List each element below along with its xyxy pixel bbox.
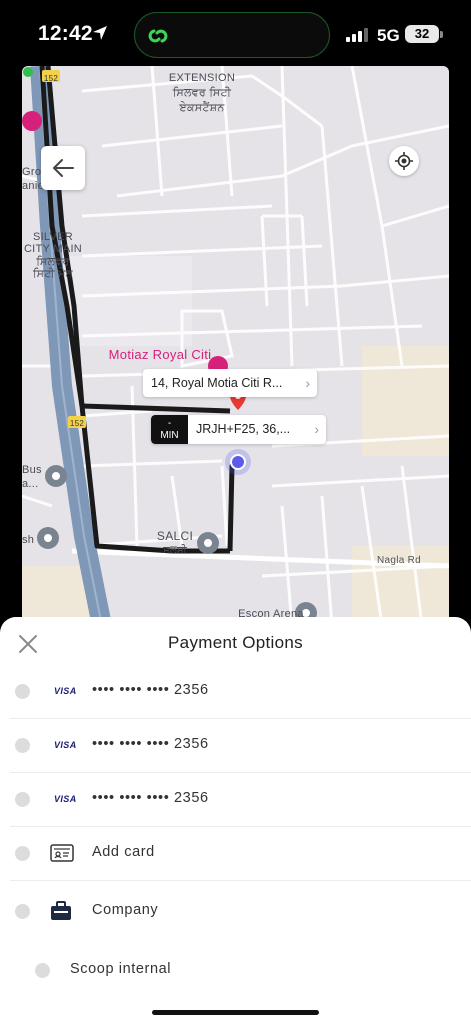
- cellular-signal-icon: [346, 28, 368, 42]
- radio-button[interactable]: [15, 846, 30, 861]
- crosshair-icon: [395, 152, 413, 170]
- radio-button[interactable]: [35, 963, 50, 978]
- eta-unit: MIN: [160, 430, 179, 441]
- network-type: 5G: [377, 26, 400, 45]
- recenter-button[interactable]: [389, 146, 419, 176]
- eta-value: -: [167, 418, 172, 429]
- battery-cap: [440, 31, 443, 38]
- radio-button[interactable]: [15, 904, 30, 919]
- back-button[interactable]: [41, 146, 85, 190]
- map-label-motiaz[interactable]: Motiaz Royal Citi: [105, 348, 215, 361]
- eta-badge: - MIN: [151, 415, 188, 444]
- dropoff-address-callout[interactable]: - MIN JRJH+F25, 36,... ›: [151, 415, 326, 444]
- chevron-right-icon: ›: [314, 421, 319, 437]
- map-label-bus-2: a...: [22, 478, 39, 490]
- battery-indicator: 32: [405, 25, 439, 43]
- visa-logo: VISA: [54, 686, 77, 696]
- pickup-address: 14, Royal Motia Citi R...: [151, 376, 283, 390]
- status-bar: 12:42 5G 32: [0, 0, 471, 66]
- highway-label-mid: 152: [69, 419, 85, 428]
- payment-option-company[interactable]: Company: [10, 885, 471, 939]
- map-label-extension-local2: ਏਕਸਟੈਂਸ਼ਨ: [179, 102, 225, 114]
- map-label-city-main-local: ਸਿਟੀ ਮੇਨ: [33, 268, 73, 280]
- scoop-internal-label: Scoop internal: [70, 961, 172, 977]
- payment-option-card-3[interactable]: VISA •••• •••• •••• 2356: [10, 773, 471, 827]
- home-indicator[interactable]: [152, 1010, 319, 1015]
- map-label-salci-local: ਸਲਸੀ: [163, 545, 187, 556]
- status-time: 12:42: [38, 22, 93, 45]
- radio-button[interactable]: [15, 792, 30, 807]
- radio-button[interactable]: [15, 738, 30, 753]
- location-arrow-icon: [93, 26, 107, 40]
- sheet-title: Payment Options: [168, 633, 303, 652]
- map-label-city-main: CITY MAIN: [23, 243, 83, 255]
- link-app-icon: [148, 29, 168, 43]
- add-card-label: Add card: [92, 844, 155, 860]
- map-view[interactable]: 152 152 EXTENSION ਸਿਲਵਰ ਸਿਟੀ ਏਕਸਟੈਂਸ਼ਨ G…: [22, 66, 449, 626]
- card-number: •••• •••• •••• 2356: [92, 790, 209, 806]
- visa-logo: VISA: [54, 740, 77, 750]
- map-label-bus: Bus: [22, 464, 42, 476]
- payment-options-sheet: Payment Options VISA •••• •••• •••• 2356…: [0, 617, 471, 1024]
- payment-option-scoop-internal[interactable]: Scoop internal: [30, 944, 471, 998]
- card-number: •••• •••• •••• 2356: [92, 682, 209, 698]
- payment-option-card-2[interactable]: VISA •••• •••• •••• 2356: [10, 719, 471, 773]
- map-label-extension-local: ਸਿਲਵਰ ਸਿਟੀ: [172, 87, 232, 99]
- payment-option-card-1[interactable]: VISA •••• •••• •••• 2356: [10, 665, 471, 719]
- dropoff-address: JRJH+F25, 36,...: [196, 422, 291, 436]
- visa-logo: VISA: [54, 794, 77, 804]
- arrow-left-icon: [53, 159, 74, 177]
- company-label: Company: [92, 902, 159, 918]
- payment-option-add-card[interactable]: Add card: [10, 827, 471, 881]
- highway-label-top: 152: [43, 74, 59, 83]
- card-id-icon: [50, 844, 74, 862]
- card-number: •••• •••• •••• 2356: [92, 736, 209, 752]
- map-label-salci: SALCI: [156, 529, 194, 543]
- pickup-address-callout[interactable]: 14, Royal Motia Citi R... ›: [143, 369, 317, 397]
- map-label-extension: EXTENSION: [168, 72, 236, 84]
- radio-button[interactable]: [15, 684, 30, 699]
- map-roads: [22, 66, 449, 626]
- map-label-nagla-rd: Nagla Rd: [376, 555, 422, 566]
- chevron-right-icon: ›: [305, 375, 310, 391]
- map-label-sh: sh: [22, 534, 35, 546]
- dynamic-island: [134, 12, 330, 58]
- briefcase-icon: [51, 901, 71, 920]
